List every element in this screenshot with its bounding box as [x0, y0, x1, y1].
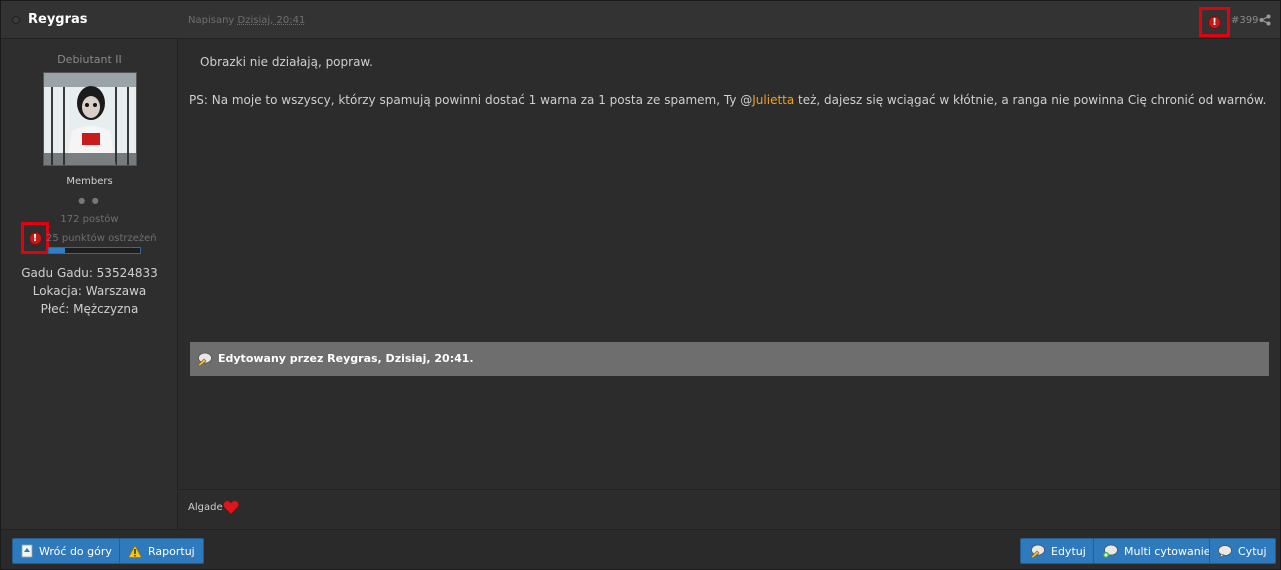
reputation-pips: ● ●: [78, 196, 101, 205]
quote-button[interactable]: Cytuj: [1209, 538, 1276, 564]
warning-points[interactable]: 25 punktów ostrzeżeń: [46, 233, 157, 244]
heart-icon: [223, 500, 239, 515]
edit-notice: Edytowany przez Reygras, Dzisiaj, 20:41.: [190, 342, 1269, 376]
post-text-line: PS: Na moje to wszyscy, którzy spamują p…: [189, 93, 1266, 107]
post-content: Obrazki nie działają, popraw. PS: Na moj…: [179, 39, 1280, 489]
post-text-part: PS: Na moje to wszyscy, którzy spamują p…: [189, 93, 753, 107]
signature: Algade: [179, 489, 1280, 529]
post-header: Reygras Napisany Dzisiaj, 20:41 ! #399: [1, 1, 1280, 39]
multi-quote-label: Multi cytowanie: [1124, 544, 1211, 558]
rank-title: Debiutant II: [57, 53, 122, 66]
offline-status-icon: [12, 16, 20, 24]
edit-notice-text: Edytowany przez Reygras, Dzisiaj, 20:41.: [218, 352, 474, 365]
post-text-part: też, dajesz się wciągać w kłótnie, a ran…: [794, 93, 1267, 107]
warn-user-button[interactable]: !: [21, 222, 49, 254]
avatar-image: [44, 73, 136, 165]
avatar[interactable]: [43, 72, 137, 166]
edit-pencil-icon: [197, 352, 212, 366]
share-icon[interactable]: [1259, 14, 1271, 26]
post-text-line: Obrazki nie działają, popraw.: [200, 55, 373, 69]
profile-field-location: Lokacja: Warszawa: [32, 284, 147, 298]
report-button[interactable]: Raportuj: [119, 538, 204, 564]
profile-field-gadu: Gadu Gadu: 53524833: [21, 266, 158, 280]
report-post-button[interactable]: !: [1199, 7, 1230, 37]
posted-date: Napisany Dzisiaj, 20:41: [188, 15, 305, 26]
warning-icon: !: [1208, 15, 1221, 29]
warning-level-bar: [48, 247, 141, 254]
posted-label: Napisany: [188, 15, 235, 26]
warning-level-fill: [49, 248, 66, 253]
back-to-top-button[interactable]: Wróć do góry: [12, 538, 121, 564]
multi-quote-button[interactable]: Multi cytowanie: [1093, 538, 1220, 564]
back-to-top-label: Wróć do góry: [39, 544, 112, 558]
page-up-icon: [21, 544, 33, 558]
warning-triangle-icon: [128, 544, 142, 558]
forum-post: Reygras Napisany Dzisiaj, 20:41 ! #399 D…: [0, 0, 1281, 570]
member-group: Members: [66, 176, 113, 187]
quote-bubble-icon: [1218, 544, 1232, 558]
quote-label: Cytuj: [1238, 544, 1267, 558]
author-name-link[interactable]: Reygras: [28, 12, 88, 27]
edit-label: Edytuj: [1051, 544, 1086, 558]
user-mention-link[interactable]: Julietta: [752, 93, 794, 107]
signature-text: Algade: [188, 502, 223, 513]
edit-pencil-icon: [1029, 544, 1045, 558]
report-label: Raportuj: [148, 544, 195, 558]
posted-date-value: Dzisiaj, 20:41: [237, 15, 306, 26]
author-sidebar: Debiutant II Members ● ● 172 postów ! 25…: [1, 39, 178, 529]
post-controls: Wróć do góry Raportuj Edytuj Multi cytow…: [1, 529, 1280, 569]
edit-button[interactable]: Edytuj: [1020, 538, 1095, 564]
warning-icon: !: [28, 231, 42, 245]
post-number-link[interactable]: #399: [1231, 15, 1258, 26]
profile-field-gender: Płeć: Mężczyzna: [40, 302, 139, 316]
multi-quote-icon: [1102, 544, 1118, 558]
